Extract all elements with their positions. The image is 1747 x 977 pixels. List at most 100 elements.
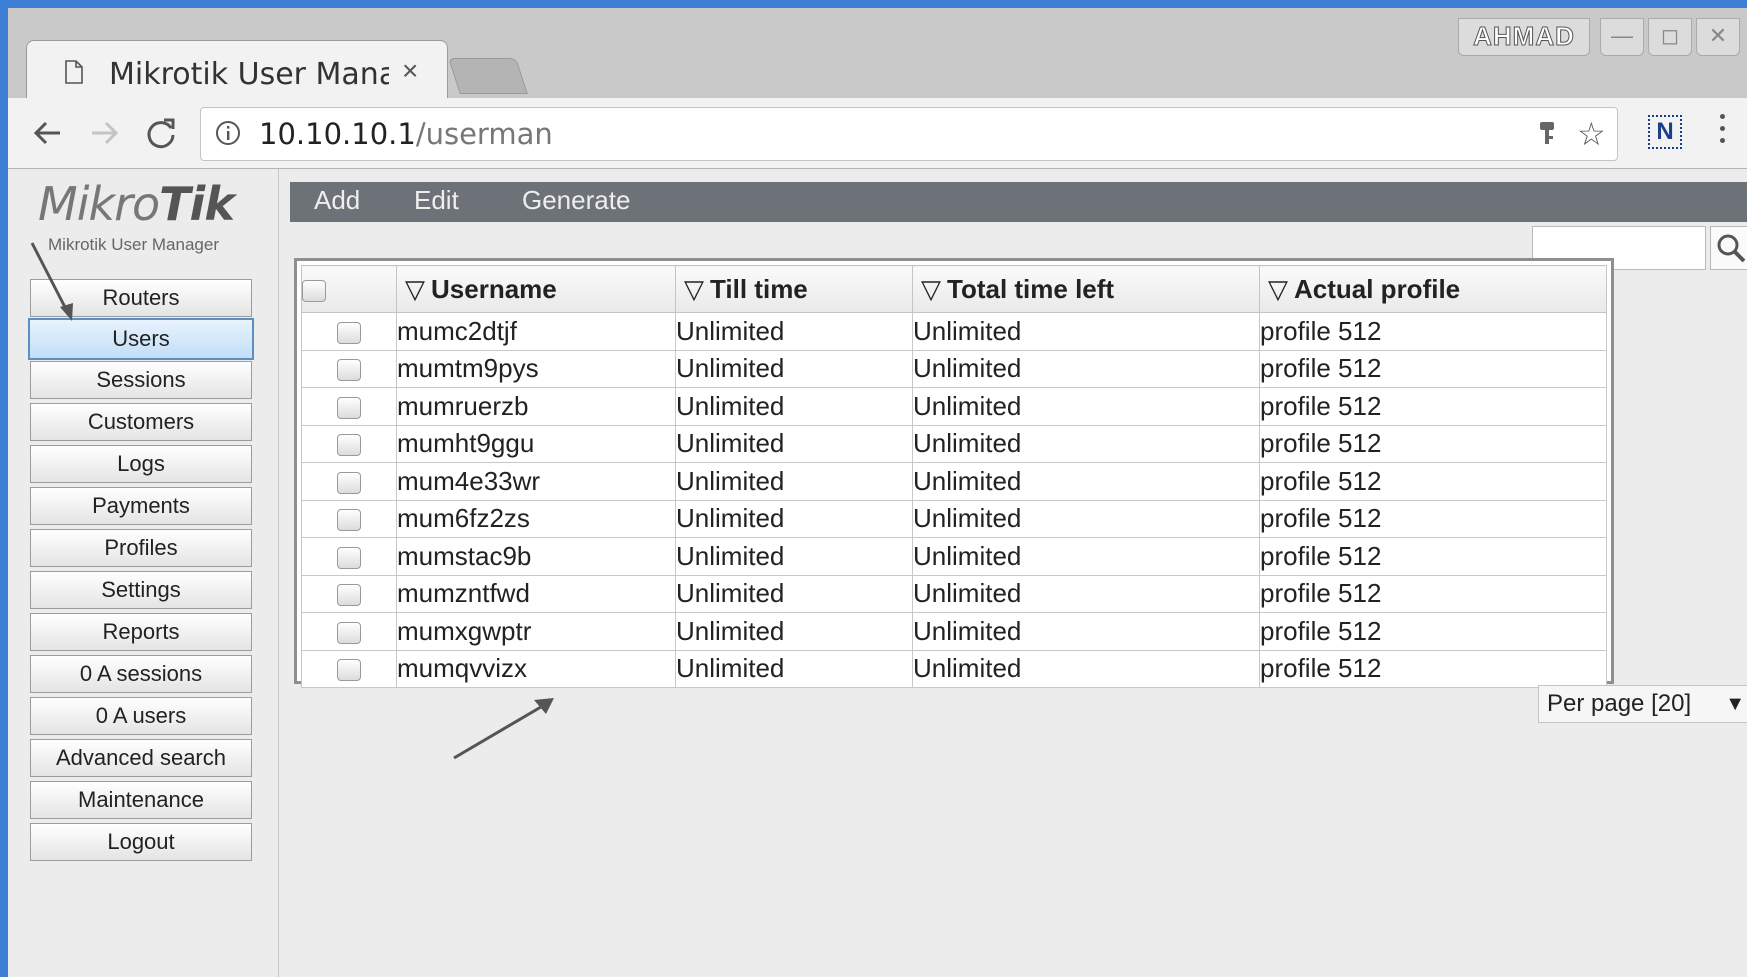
- back-icon[interactable]: [30, 116, 64, 150]
- row-select-cell: [301, 349, 397, 388]
- users-grid: ▽ Username ▽ Till time ▽ Total time left ▽ A…: [294, 258, 1614, 688]
- table-row[interactable]: mumqvvizx Unlimited Unlimited profile 512: [301, 649, 1607, 688]
- document-icon: [65, 60, 83, 84]
- profile-badge[interactable]: AHMAD: [1458, 18, 1590, 56]
- table-row[interactable]: mumht9ggu Unlimited Unlimited profile 512: [301, 424, 1607, 463]
- row-checkbox[interactable]: [337, 321, 361, 344]
- content-area: Add Edit Generate ▽ Username ▽ Till time…: [290, 169, 1747, 977]
- table-row[interactable]: mumxgwptr Unlimited Unlimited profile 512: [301, 612, 1607, 651]
- row-checkbox[interactable]: [337, 546, 361, 569]
- add-button[interactable]: Add: [314, 185, 360, 216]
- action-bar: Add Edit Generate: [290, 182, 1747, 222]
- key-icon[interactable]: [1536, 120, 1558, 148]
- sidebar-item-active-sessions[interactable]: 0 A sessions: [30, 655, 252, 693]
- row-checkbox[interactable]: [337, 434, 361, 457]
- sidebar-item-advanced-search[interactable]: Advanced search: [30, 739, 252, 777]
- cell-total-time-left: Unlimited: [912, 499, 1260, 538]
- sort-icon: ▽: [684, 273, 704, 304]
- row-select-cell: [301, 499, 397, 538]
- cell-username[interactable]: mum4e33wr: [396, 462, 676, 501]
- column-actual-profile[interactable]: ▽ Actual profile: [1259, 265, 1607, 313]
- cell-till-time: Unlimited: [675, 649, 913, 688]
- sidebar-item-payments[interactable]: Payments: [30, 487, 252, 525]
- forward-icon[interactable]: [88, 116, 122, 150]
- row-select-cell: [301, 574, 397, 613]
- sidebar-item-sessions[interactable]: Sessions: [30, 361, 252, 399]
- cell-till-time: Unlimited: [675, 612, 913, 651]
- cell-total-time-left: Unlimited: [912, 387, 1260, 426]
- cell-username[interactable]: mumtm9pys: [396, 349, 676, 388]
- menu-icon[interactable]: [1720, 114, 1728, 150]
- chevron-down-icon: ▼: [1725, 693, 1745, 715]
- star-icon[interactable]: ☆: [1577, 118, 1606, 150]
- generate-button[interactable]: Generate: [522, 185, 630, 216]
- column-till-time[interactable]: ▽ Till time: [675, 265, 913, 313]
- sidebar-item-customers[interactable]: Customers: [30, 403, 252, 441]
- row-checkbox[interactable]: [337, 509, 361, 532]
- sidebar-item-routers[interactable]: Routers: [30, 279, 252, 317]
- table-row[interactable]: mum6fz2zs Unlimited Unlimited profile 512: [301, 499, 1607, 538]
- column-username[interactable]: ▽ Username: [396, 265, 676, 313]
- row-select-cell: [301, 612, 397, 651]
- table-row[interactable]: mumzntfwd Unlimited Unlimited profile 512: [301, 574, 1607, 613]
- cell-till-time: Unlimited: [675, 462, 913, 501]
- cell-actual-profile: profile 512: [1259, 649, 1607, 688]
- cell-username[interactable]: mumqvvizx: [396, 649, 676, 688]
- cell-username[interactable]: mum6fz2zs: [396, 499, 676, 538]
- reload-icon[interactable]: [144, 116, 178, 150]
- page: MikroTik Mikrotik User Manager Routers U…: [8, 169, 1747, 977]
- table-row[interactable]: mumc2dtjf Unlimited Unlimited profile 512: [301, 312, 1607, 351]
- table-row[interactable]: mumruerzb Unlimited Unlimited profile 512: [301, 387, 1607, 426]
- table-row[interactable]: mumstac9b Unlimited Unlimited profile 512: [301, 537, 1607, 576]
- select-all-checkbox[interactable]: [302, 279, 326, 302]
- edit-button[interactable]: Edit: [414, 185, 459, 216]
- tab-active[interactable]: Mikrotik User Mana ×: [26, 40, 448, 99]
- row-checkbox[interactable]: [337, 396, 361, 419]
- table-row[interactable]: mumtm9pys Unlimited Unlimited profile 512: [301, 349, 1607, 388]
- cell-actual-profile: profile 512: [1259, 387, 1607, 426]
- extension-icon[interactable]: N: [1648, 115, 1682, 149]
- row-checkbox[interactable]: [337, 471, 361, 494]
- row-checkbox[interactable]: [337, 359, 361, 382]
- sidebar-item-settings[interactable]: Settings: [30, 571, 252, 609]
- browser-toolbar: 10.10.10.1/userman ☆ N: [8, 98, 1747, 169]
- cell-username[interactable]: mumc2dtjf: [396, 312, 676, 351]
- cell-username[interactable]: mumruerzb: [396, 387, 676, 426]
- close-window-button[interactable]: ✕: [1696, 18, 1740, 56]
- cell-username[interactable]: mumht9ggu: [396, 424, 676, 463]
- sidebar-item-maintenance[interactable]: Maintenance: [30, 781, 252, 819]
- cell-actual-profile: profile 512: [1259, 612, 1607, 651]
- browser-window: Mikrotik User Mana × AHMAD — ◻ ✕ 10.10.1…: [8, 8, 1747, 977]
- maximize-button[interactable]: ◻: [1648, 18, 1692, 56]
- info-icon[interactable]: [215, 120, 241, 146]
- tab-title: Mikrotik User Mana: [109, 57, 389, 92]
- cell-username[interactable]: mumstac9b: [396, 537, 676, 576]
- sidebar-item-active-users[interactable]: 0 A users: [30, 697, 252, 735]
- address-bar[interactable]: 10.10.10.1/userman ☆: [200, 107, 1618, 161]
- tab-close-icon[interactable]: ×: [402, 55, 418, 87]
- sidebar-item-logout[interactable]: Logout: [30, 823, 252, 861]
- row-checkbox[interactable]: [337, 659, 361, 682]
- row-checkbox[interactable]: [337, 584, 361, 607]
- cell-total-time-left: Unlimited: [912, 537, 1260, 576]
- new-tab-button[interactable]: [448, 58, 528, 94]
- cell-username[interactable]: mumzntfwd: [396, 574, 676, 613]
- sidebar-item-users[interactable]: Users: [28, 318, 254, 360]
- sort-icon: ▽: [921, 273, 941, 304]
- row-select-cell: [301, 387, 397, 426]
- column-total-time-left[interactable]: ▽ Total time left: [912, 265, 1260, 313]
- search-button[interactable]: [1710, 226, 1747, 270]
- row-checkbox[interactable]: [337, 621, 361, 644]
- cell-total-time-left: Unlimited: [912, 612, 1260, 651]
- row-select-cell: [301, 462, 397, 501]
- row-select-cell: [301, 312, 397, 351]
- sort-icon: ▽: [405, 273, 425, 304]
- sidebar-item-reports[interactable]: Reports: [30, 613, 252, 651]
- sidebar-item-logs[interactable]: Logs: [30, 445, 252, 483]
- minimize-button[interactable]: —: [1600, 18, 1644, 56]
- table-row[interactable]: mum4e33wr Unlimited Unlimited profile 512: [301, 462, 1607, 501]
- sidebar-item-profiles[interactable]: Profiles: [30, 529, 252, 567]
- cell-total-time-left: Unlimited: [912, 424, 1260, 463]
- cell-username[interactable]: mumxgwptr: [396, 612, 676, 651]
- per-page-select[interactable]: Per page [20] ▼: [1538, 685, 1747, 723]
